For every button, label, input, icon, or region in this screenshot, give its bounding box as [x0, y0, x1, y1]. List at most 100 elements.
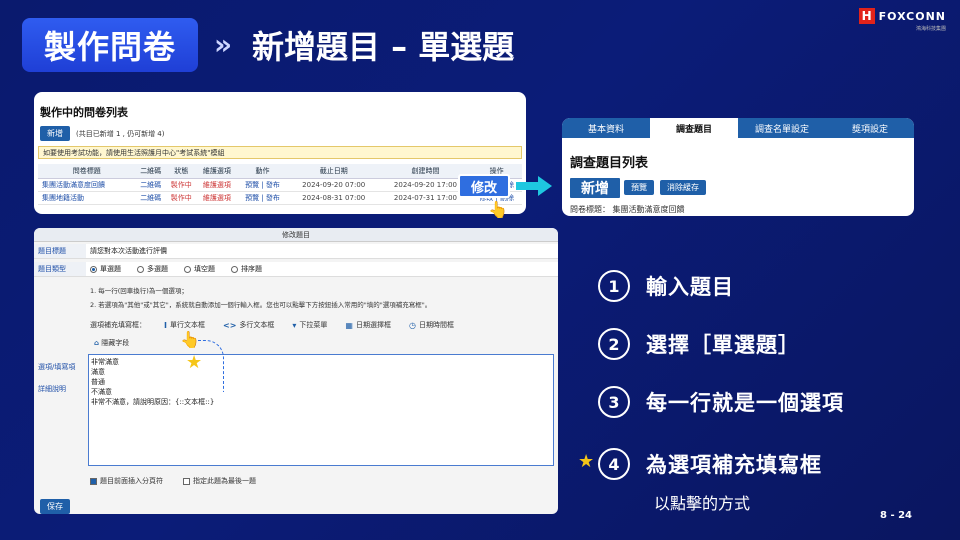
field-insert-toolbar: 選項補充填寫框： I 單行文本框 <> 多行文本框 ▾ 下拉菜單 ▦ 日期選擇框 ◷ 日期… — [90, 320, 454, 330]
qrcode-link[interactable]: 二維碼 — [135, 178, 166, 192]
preview-button[interactable]: 預覽 — [624, 180, 654, 195]
status-text: 製作中 — [165, 191, 197, 205]
questionnaire-name-link[interactable]: 集團活動滿意度回饋 — [38, 178, 136, 192]
type-radio-group: 單選題 多選題 填空題 排序題 — [86, 262, 558, 276]
table-row: 集團地籍活動 二維碼 製作中 維護選項 預覽 | 發布 2024-08-31 0… — [38, 191, 522, 205]
tab-basic-info[interactable]: 基本資料 — [562, 118, 650, 138]
tab-survey-items[interactable]: 調查題目 — [650, 118, 738, 138]
column-header: 動作 — [237, 164, 288, 179]
questionnaire-list-panel: 製作中的問卷列表 新增 (共目已新增 1 , 仍可新增 4) 如要使用考試功能，… — [34, 92, 526, 214]
text-cursor-icon: I — [164, 320, 167, 330]
calendar-icon: ▦ — [345, 320, 353, 330]
type-row: 題目類型 單選題 多選題 填空題 排序題 — [34, 262, 558, 277]
tag-icon: ⌂ — [94, 339, 100, 347]
qrcode-link[interactable]: 二維碼 — [135, 191, 166, 205]
tab-bar: 基本資料 調查題目 調查名單設定 獎項設定 — [562, 118, 914, 138]
column-header: 維護選項 — [196, 164, 238, 179]
title-row: 題目標題 請您對本次活動進行評價 — [34, 244, 558, 259]
page-number: 8 - 24 — [880, 510, 912, 521]
deadline-cell: 2024-08-31 07:00 — [287, 191, 380, 205]
questionnaire-table: 問卷標題 二維碼 狀態 維護選項 動作 截止日期 創建時間 操作 集團活動滿意度… — [38, 164, 522, 205]
page-break-checkbox[interactable]: 題目前面插入分頁符 — [90, 476, 163, 486]
insert-dropdown-button[interactable]: ▾ 下拉菜單 — [292, 320, 327, 330]
logo-subtext: 鴻海科技集團 — [915, 26, 946, 32]
last-question-checkbox[interactable]: 指定此題為最後一題 — [183, 476, 256, 486]
insert-multi-line-button[interactable]: <> 多行文本框 — [223, 320, 274, 330]
step-text: 輸入題目 — [646, 275, 734, 299]
code-icon: <> — [222, 320, 237, 330]
chevron-right-icon: » — [214, 28, 232, 61]
column-header: 問卷標題 — [38, 164, 136, 179]
insert-hidden-field-button[interactable]: ⌂ 隱藏字段 — [94, 338, 129, 348]
edit-question-panel: 修改題目 題目標題 請您對本次活動進行評價 題目類型 單選題 多選題 填空題 排… — [34, 228, 558, 514]
step-number: 1 — [598, 270, 630, 302]
step-text: 每一行就是一個選項 — [646, 391, 844, 415]
radio-sort[interactable]: 排序題 — [231, 264, 262, 274]
insert-datetime-button[interactable]: ◷ 日期時間框 — [409, 320, 454, 330]
save-button[interactable]: 保存 — [40, 499, 70, 514]
clear-cache-button[interactable]: 消除緩存 — [660, 180, 706, 195]
tab-prize-settings[interactable]: 獎項設定 — [826, 118, 914, 138]
pointer-hand-icon: 👆 — [488, 200, 508, 219]
options-textarea[interactable]: 非常滿意 滿意 普通 不滿意 非常不滿意，請說明原因：{::文本框::} — [88, 354, 554, 466]
edit-callout-button[interactable]: 修改 — [458, 174, 510, 198]
field-insert-label: 選項補充填寫框： — [90, 321, 146, 329]
star-icon: ★ — [186, 352, 203, 373]
tab-survey-list[interactable]: 調查名單設定 — [738, 118, 826, 138]
title-label: 題目標題 — [34, 244, 86, 258]
maintain-link[interactable]: 維護選項 — [196, 191, 238, 205]
add-row: 新增 (共目已新增 1 , 仍可新增 4) — [40, 126, 165, 141]
step-3: 3 每一行就是一個選項 — [598, 386, 844, 418]
survey-item-panel: 基本資料 調查題目 調查名單設定 獎項設定 調查題目列表 預覽 消除緩存 問卷標… — [562, 118, 914, 216]
column-header: 二維碼 — [135, 164, 166, 179]
logo-mark-icon: H — [858, 8, 875, 24]
step-4: 4 為選項補充填寫框 — [598, 448, 822, 480]
questionnaire-title-text: 問卷標題： 集團活動滿意度回饋 — [570, 205, 685, 214]
insert-single-line-button[interactable]: I 單行文本框 — [164, 320, 205, 330]
list-heading: 製作中的問卷列表 — [40, 106, 128, 119]
page-title: 製作問卷 — [22, 18, 198, 72]
deadline-cell: 2024-09-20 07:00 — [287, 178, 380, 192]
add-questionnaire-button[interactable]: 新增 — [40, 126, 70, 141]
item-list-heading: 調查題目列表 — [570, 156, 649, 171]
pointer-hand-icon: 👆 — [180, 330, 200, 349]
help-text: 1. 每一行(回車換行)為一個選項； 2. 若選項為"其他"或"其它"，系統就自… — [90, 287, 432, 309]
step-4-note: 以點擊的方式 — [654, 494, 751, 513]
step-number: 2 — [598, 328, 630, 360]
step-number: 4 — [598, 448, 630, 480]
type-label: 題目類型 — [34, 262, 86, 276]
step-text: 為選項補充填寫框 — [646, 453, 822, 477]
page-options: 題目前面插入分頁符 指定此題為最後一題 — [90, 476, 256, 486]
add-note: (共目已新增 1 , 仍可新增 4) — [76, 129, 165, 138]
clock-icon: ◷ — [408, 320, 416, 330]
step-number: 3 — [598, 386, 630, 418]
table-header-row: 問卷標題 二維碼 狀態 維護選項 動作 截止日期 創建時間 操作 — [38, 164, 522, 179]
description-label: 詳細說明 — [38, 385, 66, 393]
radio-single-choice[interactable]: 單選題 — [90, 264, 121, 274]
status-text: 製作中 — [165, 178, 197, 192]
step-2: 2 選擇［單選題］ — [598, 328, 800, 360]
logo-text: FOXCONN — [878, 9, 946, 23]
options-label: 選項/填寫項 — [38, 363, 76, 371]
step-1: 1 輸入題目 — [598, 270, 734, 302]
options-side-labels: 選項/填寫項 詳細說明 — [38, 356, 75, 400]
action-links[interactable]: 預覽 | 發布 — [237, 191, 288, 205]
step-text: 選擇［單選題］ — [646, 333, 800, 357]
action-links[interactable]: 預覽 | 發布 — [237, 178, 288, 192]
item-buttons: 預覽 消除緩存 — [624, 180, 706, 195]
radio-fill-blank[interactable]: 填空題 — [184, 264, 215, 274]
table-row: 集團活動滿意度回饋 二維碼 製作中 維護選項 預覽 | 發布 2024-09-2… — [38, 178, 522, 192]
maintain-link[interactable]: 維護選項 — [196, 178, 238, 192]
new-item-callout-button[interactable]: 新增 — [568, 176, 622, 200]
title-input[interactable]: 請您對本次活動進行評價 — [86, 244, 558, 258]
arrow-right-icon — [516, 176, 552, 196]
column-header: 狀態 — [165, 164, 197, 179]
questionnaire-name-link[interactable]: 集團地籍活動 — [38, 191, 136, 205]
edit-panel-title: 修改題目 — [34, 228, 558, 242]
radio-multi-choice[interactable]: 多選題 — [137, 264, 168, 274]
logo: H FOXCONN — [858, 8, 946, 24]
page-subtitle: 新增題目 – 單選題 — [252, 28, 515, 66]
insert-date-button[interactable]: ▦ 日期選擇框 — [345, 320, 391, 330]
notice-banner: 如要使用考試功能，請使用生活照護月中心"考試系統"模組 — [38, 146, 522, 159]
star-icon: ★ — [578, 451, 595, 472]
